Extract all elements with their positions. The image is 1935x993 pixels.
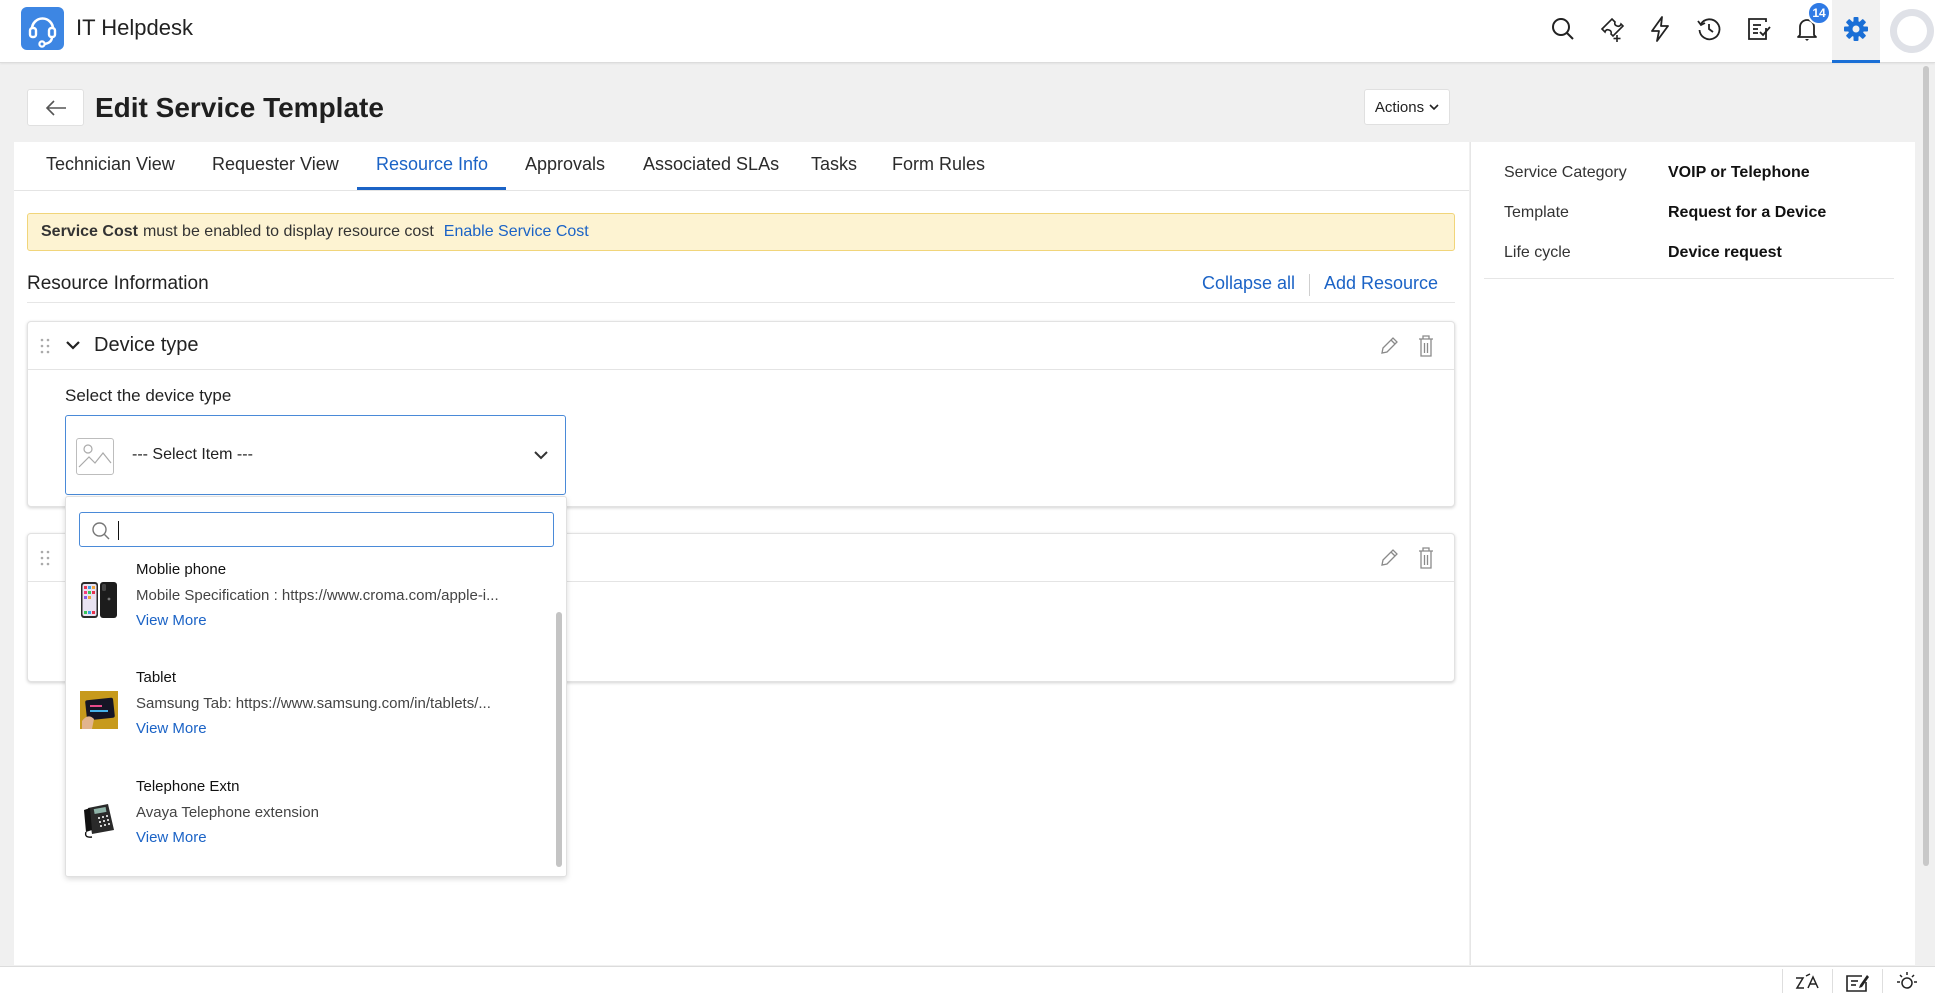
device-type-dropdown: Moblie phone Mobile Specification : http… [65, 496, 567, 877]
notification-count-badge: 14 [1807, 1, 1831, 25]
banner-bold-text: Service Cost [41, 223, 138, 240]
device-type-select[interactable]: --- Select Item --- [65, 415, 566, 495]
detail-value: Request for a Device [1668, 204, 1827, 221]
dropdown-search-field[interactable] [79, 512, 554, 547]
select-placeholder: --- Select Item --- [132, 446, 253, 463]
resource-card-header: Device type [28, 322, 1454, 370]
app-title: IT Helpdesk [76, 15, 193, 40]
tablet-thumbnail [80, 691, 118, 729]
link-divider [1309, 274, 1310, 296]
edit-icon[interactable] [1378, 547, 1400, 569]
item-description: Mobile Specification : https://www.croma… [136, 587, 499, 604]
drag-handle-icon[interactable] [40, 338, 50, 354]
mobile-phone-thumbnail [80, 581, 118, 619]
edit-icon[interactable] [1378, 335, 1400, 357]
avatar[interactable] [1890, 9, 1934, 53]
tab-approvals[interactable]: Approvals [525, 154, 605, 191]
banner-text: must be enabled to display resource cost [142, 223, 434, 240]
top-header: IT Helpdesk 14 [0, 0, 1935, 63]
view-more-link[interactable]: View More [136, 612, 207, 629]
history-icon[interactable] [1694, 14, 1724, 44]
helpdesk-logo-icon[interactable] [21, 7, 64, 50]
detail-label: Life cycle [1504, 244, 1571, 261]
back-button[interactable] [27, 89, 84, 126]
tab-requester-view[interactable]: Requester View [212, 154, 339, 191]
image-placeholder-icon [76, 438, 114, 475]
tasks-icon[interactable] [1744, 14, 1774, 44]
item-description: Samsung Tab: https://www.samsung.com/in/… [136, 695, 491, 712]
settings-icon [1841, 14, 1871, 49]
tab-tasks[interactable]: Tasks [811, 154, 857, 191]
active-tab-indicator [357, 187, 506, 190]
tab-form-rules[interactable]: Form Rules [892, 154, 985, 191]
detail-value: VOIP or Telephone [1668, 164, 1810, 181]
add-resource-link[interactable]: Add Resource [1324, 273, 1438, 294]
section-divider [27, 302, 1455, 303]
resource-card: Device type Select the device type --- S… [27, 321, 1455, 507]
template-details-panel: Service Category VOIP or Telephone Templ… [1470, 142, 1915, 965]
detail-value: Device request [1668, 244, 1782, 261]
item-name: Telephone Extn [136, 778, 240, 795]
tips-icon[interactable] [1882, 969, 1930, 993]
item-name: Tablet [136, 669, 177, 686]
tab-associated-slas[interactable]: Associated SLAs [643, 154, 779, 191]
footer-bar [0, 966, 1935, 993]
search-icon[interactable] [1548, 14, 1578, 44]
drag-handle-icon[interactable] [40, 550, 50, 566]
item-description: Avaya Telephone extension [136, 804, 319, 821]
dropdown-item-mobile-phone[interactable]: Moblie phone Mobile Specification : http… [66, 561, 556, 661]
detail-label: Service Category [1504, 164, 1627, 181]
item-name: Moblie phone [136, 561, 227, 578]
resource-title: Device type [94, 334, 199, 356]
arrow-left-icon [45, 99, 66, 116]
new-ticket-icon[interactable] [1597, 14, 1627, 44]
translate-icon[interactable] [1782, 969, 1830, 993]
view-more-link[interactable]: View More [136, 829, 207, 846]
dropdown-scrollbar[interactable] [556, 612, 562, 867]
dropdown-item-telephone-extn[interactable]: Telephone Extn Avaya Telephone extension… [66, 778, 556, 876]
tab-resource-info[interactable]: Resource Info [376, 154, 488, 191]
actions-label: Actions [1374, 98, 1425, 116]
text-cursor [118, 521, 119, 540]
service-cost-banner: Service Cost must be enabled to display … [27, 213, 1455, 251]
page-title: Edit Service Template [95, 92, 384, 123]
settings-button[interactable] [1832, 0, 1880, 63]
enable-service-cost-link[interactable]: Enable Service Cost [444, 223, 589, 241]
detail-label: Template [1504, 204, 1569, 221]
quick-actions-icon[interactable] [1645, 14, 1675, 44]
dropdown-search-input[interactable] [122, 515, 542, 544]
device-type-label: Select the device type [65, 386, 232, 405]
dropdown-item-tablet[interactable]: Tablet Samsung Tab: https://www.samsung.… [66, 669, 556, 769]
details-divider [1484, 278, 1894, 279]
section-title: Resource Information [27, 273, 209, 294]
delete-icon[interactable] [1416, 334, 1436, 358]
delete-icon[interactable] [1416, 546, 1436, 570]
page-scrollbar[interactable] [1923, 66, 1929, 866]
tab-technician-view[interactable]: Technician View [46, 154, 175, 191]
telephone-thumbnail [80, 800, 118, 838]
tab-bar: Technician View Requester View Resource … [14, 142, 1469, 191]
collapse-chevron-icon[interactable] [65, 335, 81, 355]
collapse-all-link[interactable]: Collapse all [1202, 273, 1295, 294]
chevron-down-icon [534, 451, 548, 460]
view-more-link[interactable]: View More [136, 720, 207, 737]
actions-button[interactable]: Actions [1364, 89, 1450, 125]
notes-icon[interactable] [1832, 969, 1880, 993]
chevron-down-icon [1429, 103, 1439, 110]
search-icon [92, 522, 110, 540]
